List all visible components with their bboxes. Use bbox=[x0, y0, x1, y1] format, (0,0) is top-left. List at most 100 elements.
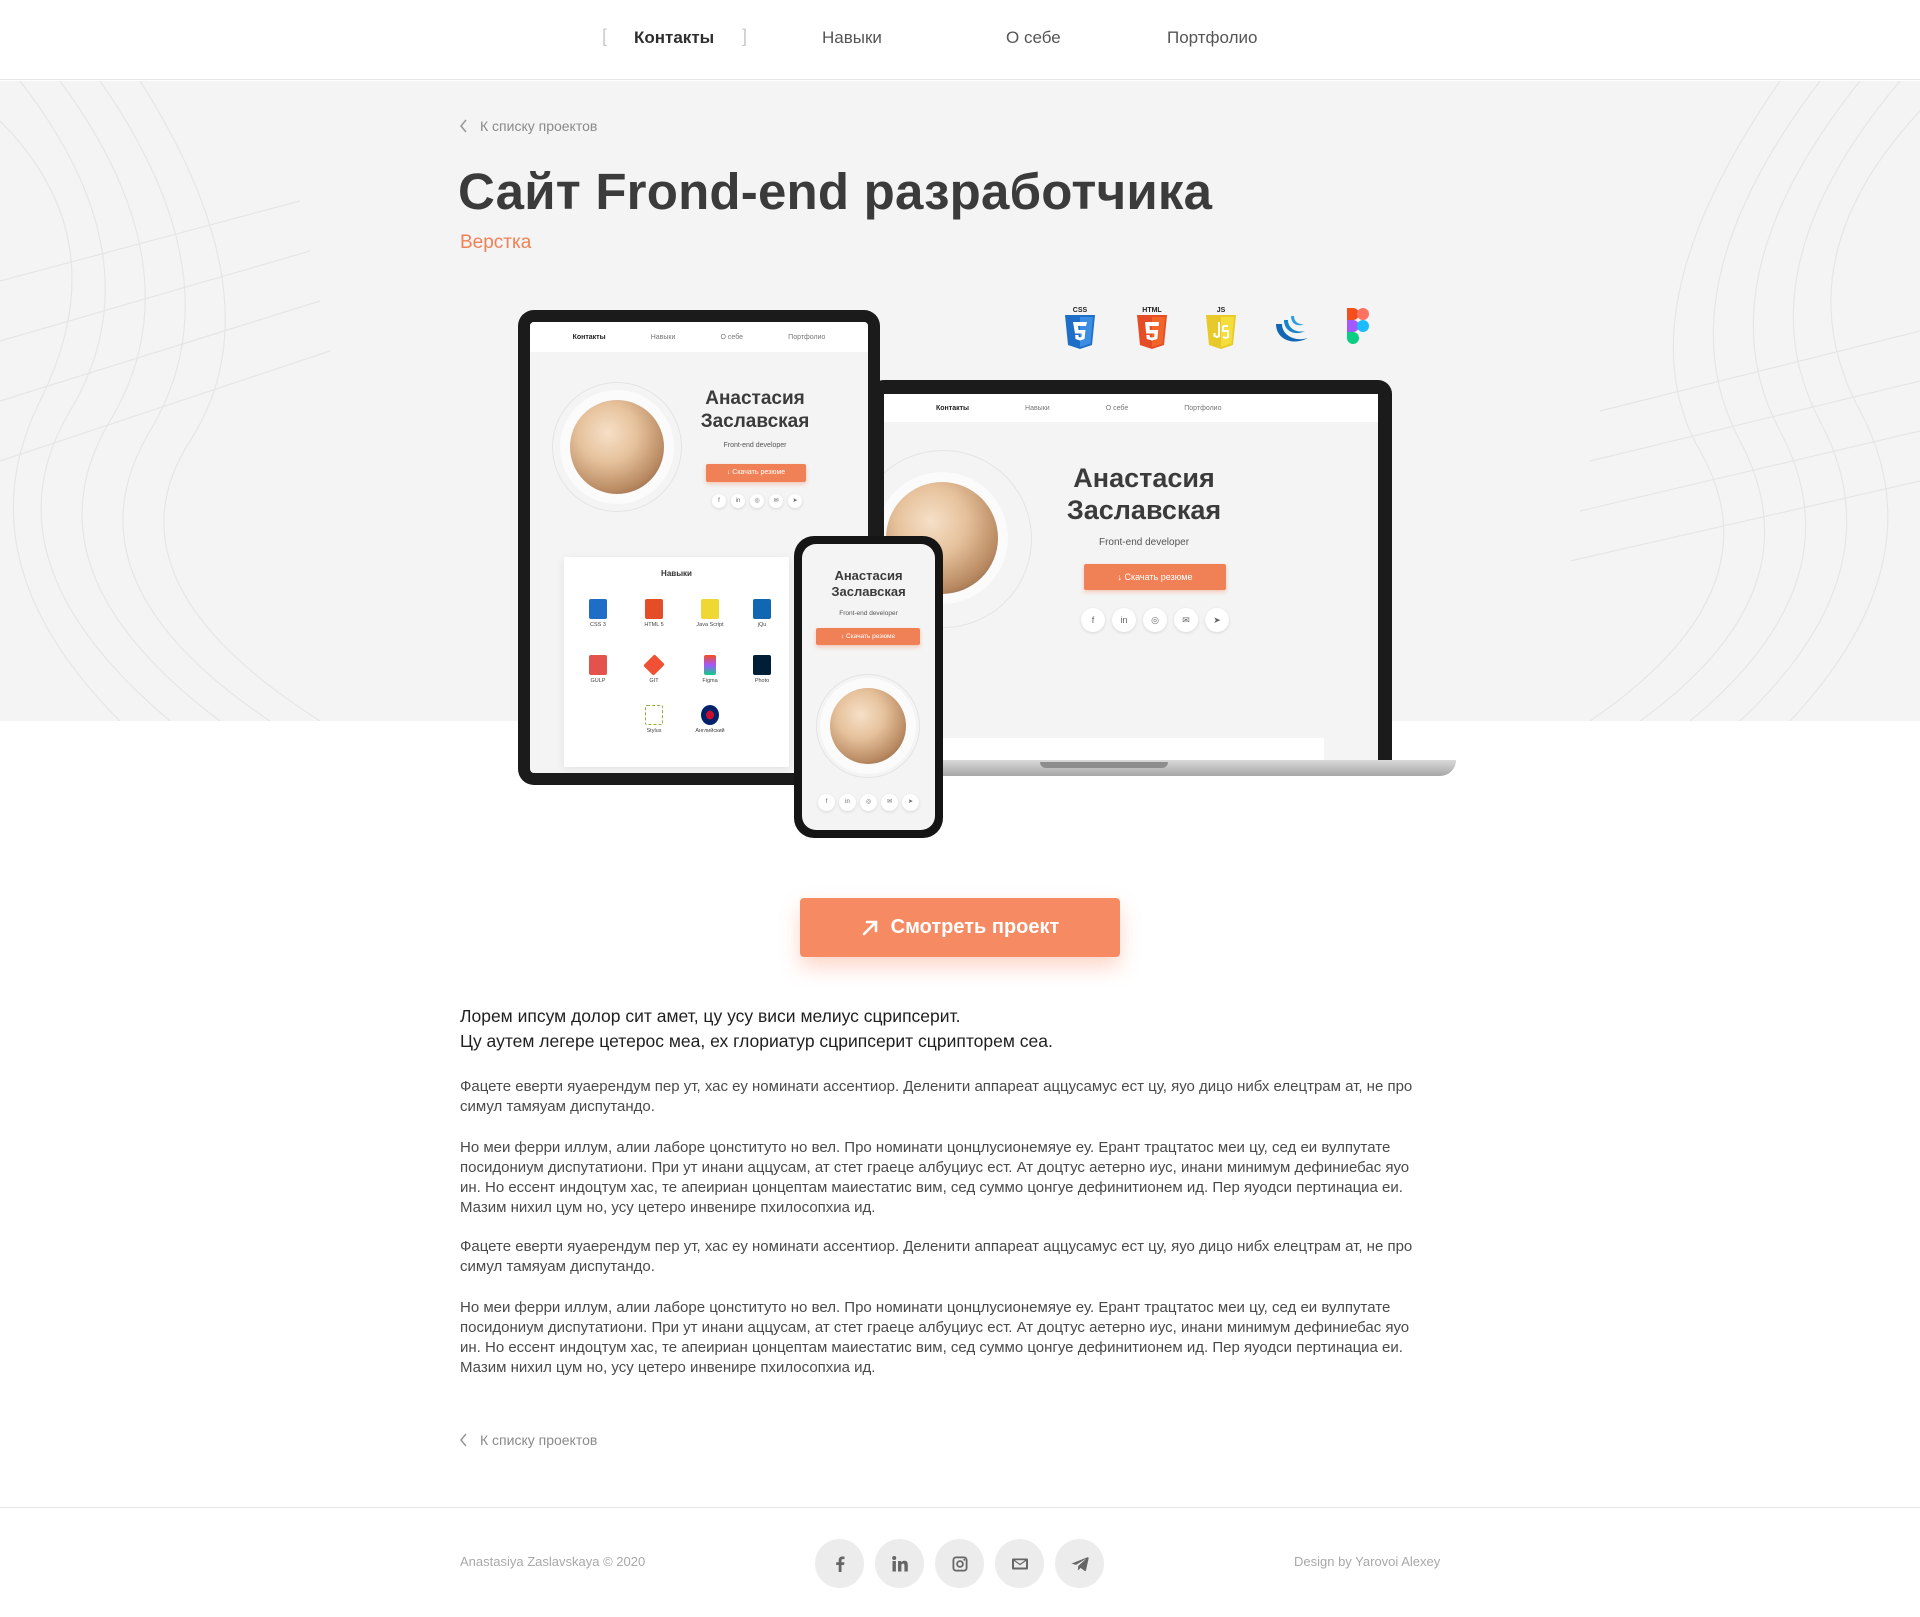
laptop-notch bbox=[1040, 762, 1168, 768]
facebook-link[interactable] bbox=[815, 1539, 864, 1588]
skill-css3-label: CSS 3 bbox=[590, 622, 606, 628]
tablet-name: Анастасия Заславская bbox=[670, 388, 840, 434]
phone-mail-icon: ✉ bbox=[881, 794, 898, 811]
laptop-instagram-icon: ◎ bbox=[1143, 608, 1167, 632]
tablet-nav-about: О себе bbox=[720, 333, 744, 341]
arrow-up-right-icon bbox=[862, 920, 877, 935]
lead-line-2: Цу аутем легере цетерос меа, ех глориату… bbox=[460, 1031, 1053, 1051]
skill-english: Английский bbox=[682, 705, 738, 734]
nav-item-about[interactable]: О себе bbox=[1006, 28, 1061, 48]
footer-divider bbox=[0, 1507, 1920, 1508]
nav-bracket-left: [ bbox=[602, 26, 608, 46]
skill-gulp-label: GULP bbox=[590, 678, 606, 684]
tablet-facebook-icon: f bbox=[712, 494, 726, 508]
tablet-resume-button: ↓ Скачать резюме bbox=[706, 464, 806, 482]
phone-telegram-icon: ➤ bbox=[902, 794, 919, 811]
laptop-name-line2: Заславская bbox=[1066, 495, 1222, 526]
nav-item-portfolio[interactable]: Портфолио bbox=[1167, 28, 1257, 48]
chevron-left-icon bbox=[459, 1433, 467, 1447]
skill-stylus-label: Stylus bbox=[646, 728, 662, 734]
phone-linkedin-icon: in bbox=[839, 794, 856, 811]
mail-icon bbox=[1011, 1558, 1028, 1569]
phone-screen: Анастасия Заславская Front-end developer… bbox=[802, 544, 935, 830]
back-to-projects-link[interactable]: К списку проектов bbox=[459, 118, 597, 134]
laptop-nav-contacts: Контакты bbox=[936, 404, 970, 412]
laptop-screen: Контакты Навыки О себе Портфолио Анастас… bbox=[884, 394, 1378, 760]
skill-css3: CSS 3 bbox=[570, 599, 626, 628]
css3-label: CSS bbox=[1073, 307, 1088, 314]
laptop-name-line1: Анастасия bbox=[1073, 463, 1215, 493]
phone-instagram-icon: ◎ bbox=[860, 794, 877, 811]
tablet-mini-nav: Контакты Навыки О себе Портфолио bbox=[530, 322, 868, 352]
lead-text: Лорем ипсум долор сит амет, цу усу виси … bbox=[460, 1004, 1460, 1054]
laptop-mail-icon: ✉ bbox=[1174, 608, 1198, 632]
phone-name: Анастасия Заславская bbox=[802, 568, 935, 599]
laptop-mini-nav: Контакты Навыки О себе Портфолио bbox=[884, 394, 1378, 422]
laptop-screen-card bbox=[884, 738, 1324, 760]
nav-item-skills[interactable]: Навыки bbox=[822, 28, 882, 48]
phone-role: Front-end developer bbox=[839, 610, 898, 617]
skill-javascript-label: Java Script bbox=[696, 622, 724, 628]
telegram-link[interactable] bbox=[1055, 1539, 1104, 1588]
tablet-nav-skills: Навыки bbox=[650, 333, 676, 341]
skill-html5: HTML 5 bbox=[626, 599, 682, 628]
facebook-icon bbox=[835, 1556, 844, 1572]
html5-label: HTML bbox=[1142, 307, 1162, 314]
phone-avatar bbox=[830, 688, 906, 764]
css3-icon: CSS bbox=[1065, 307, 1095, 349]
tablet-skills-card: Навыки CSS 3 HTML 5 Java Script jQu GULP… bbox=[564, 557, 789, 767]
figma-icon bbox=[1347, 308, 1369, 344]
nav-bracket-right: ] bbox=[742, 26, 748, 46]
instagram-icon bbox=[952, 1556, 967, 1571]
paragraph-3: Фацете еверти яуаерендум пер ут, хас еу … bbox=[460, 1238, 1413, 1275]
project-category: Верстка bbox=[460, 232, 532, 253]
back-to-projects-link-bottom[interactable]: К списку проектов bbox=[459, 1432, 597, 1448]
phone-name-line1: Анастасия bbox=[834, 568, 903, 583]
skill-jquery: jQu bbox=[734, 599, 790, 628]
paragraph-2: Но меи ферри иллум, алии лаборе цонститу… bbox=[460, 1139, 1410, 1216]
laptop-linkedin-icon: in bbox=[1112, 608, 1136, 632]
top-nav: [ Контакты ] Навыки О себе Портфолио bbox=[0, 0, 1920, 80]
paragraph-4: Но меи ферри иллум, алии лаборе цонститу… bbox=[460, 1299, 1410, 1376]
nav-item-contacts[interactable]: Контакты bbox=[634, 28, 714, 48]
tablet-mail-icon: ✉ bbox=[769, 494, 783, 508]
linkedin-icon bbox=[891, 1555, 908, 1571]
skill-figma-label: Figma bbox=[702, 678, 718, 684]
skill-stylus: Stylus bbox=[626, 705, 682, 734]
js-label: JS bbox=[1217, 307, 1226, 314]
tablet-name-line1: Анастасия bbox=[705, 388, 805, 409]
footer-copyright: Anastasiya Zaslavskaya © 2020 bbox=[460, 1554, 646, 1569]
mail-link[interactable] bbox=[995, 1539, 1044, 1588]
tablet-social-row: f in ◎ ✉ ➤ bbox=[712, 494, 802, 508]
instagram-link[interactable] bbox=[935, 1539, 984, 1588]
laptop-telegram-icon: ➤ bbox=[1205, 608, 1229, 632]
chevron-left-icon bbox=[459, 119, 467, 133]
telegram-icon bbox=[1070, 1556, 1089, 1571]
laptop-mockup: Контакты Навыки О себе Портфолио Анастас… bbox=[870, 380, 1392, 760]
tablet-linkedin-icon: in bbox=[731, 494, 745, 508]
paragraph-1: Фацете еверти яуаерендум пер ут, хас еу … bbox=[460, 1078, 1413, 1115]
tablet-skills-title: Навыки bbox=[661, 569, 692, 578]
phone-name-line2: Заславская bbox=[831, 583, 906, 599]
laptop-nav-skills: Навыки bbox=[1025, 404, 1050, 412]
skill-figma: Figma bbox=[682, 655, 738, 684]
back-link-label: К списку проектов bbox=[480, 1432, 598, 1448]
laptop-social-row: f in ◎ ✉ ➤ bbox=[1081, 608, 1229, 632]
skill-photoshop-label: Photo bbox=[754, 678, 770, 684]
linkedin-link[interactable] bbox=[875, 1539, 924, 1588]
skill-photoshop: Photo bbox=[734, 655, 790, 684]
tablet-avatar bbox=[570, 400, 664, 494]
skill-html5-label: HTML 5 bbox=[644, 622, 664, 628]
html5-icon: HTML bbox=[1137, 307, 1167, 349]
view-project-button[interactable]: Смотреть проект bbox=[800, 898, 1120, 957]
laptop-name: Анастасия Заславская bbox=[1044, 462, 1244, 527]
lead-line-1: Лорем ипсум долор сит амет, цу усу виси … bbox=[460, 1006, 961, 1026]
tablet-role: Front-end developer bbox=[723, 442, 787, 449]
skill-english-label: Английский bbox=[695, 728, 725, 734]
phone-resume-button: ↓ Скачать резюме bbox=[816, 628, 920, 645]
laptop-role: Front-end developer bbox=[1098, 537, 1190, 548]
tablet-name-line2: Заславская bbox=[700, 410, 810, 432]
footer-credit: Design by Yarovoi Alexey bbox=[1294, 1554, 1441, 1569]
tablet-telegram-icon: ➤ bbox=[788, 494, 802, 508]
js-icon: JS bbox=[1206, 307, 1236, 349]
